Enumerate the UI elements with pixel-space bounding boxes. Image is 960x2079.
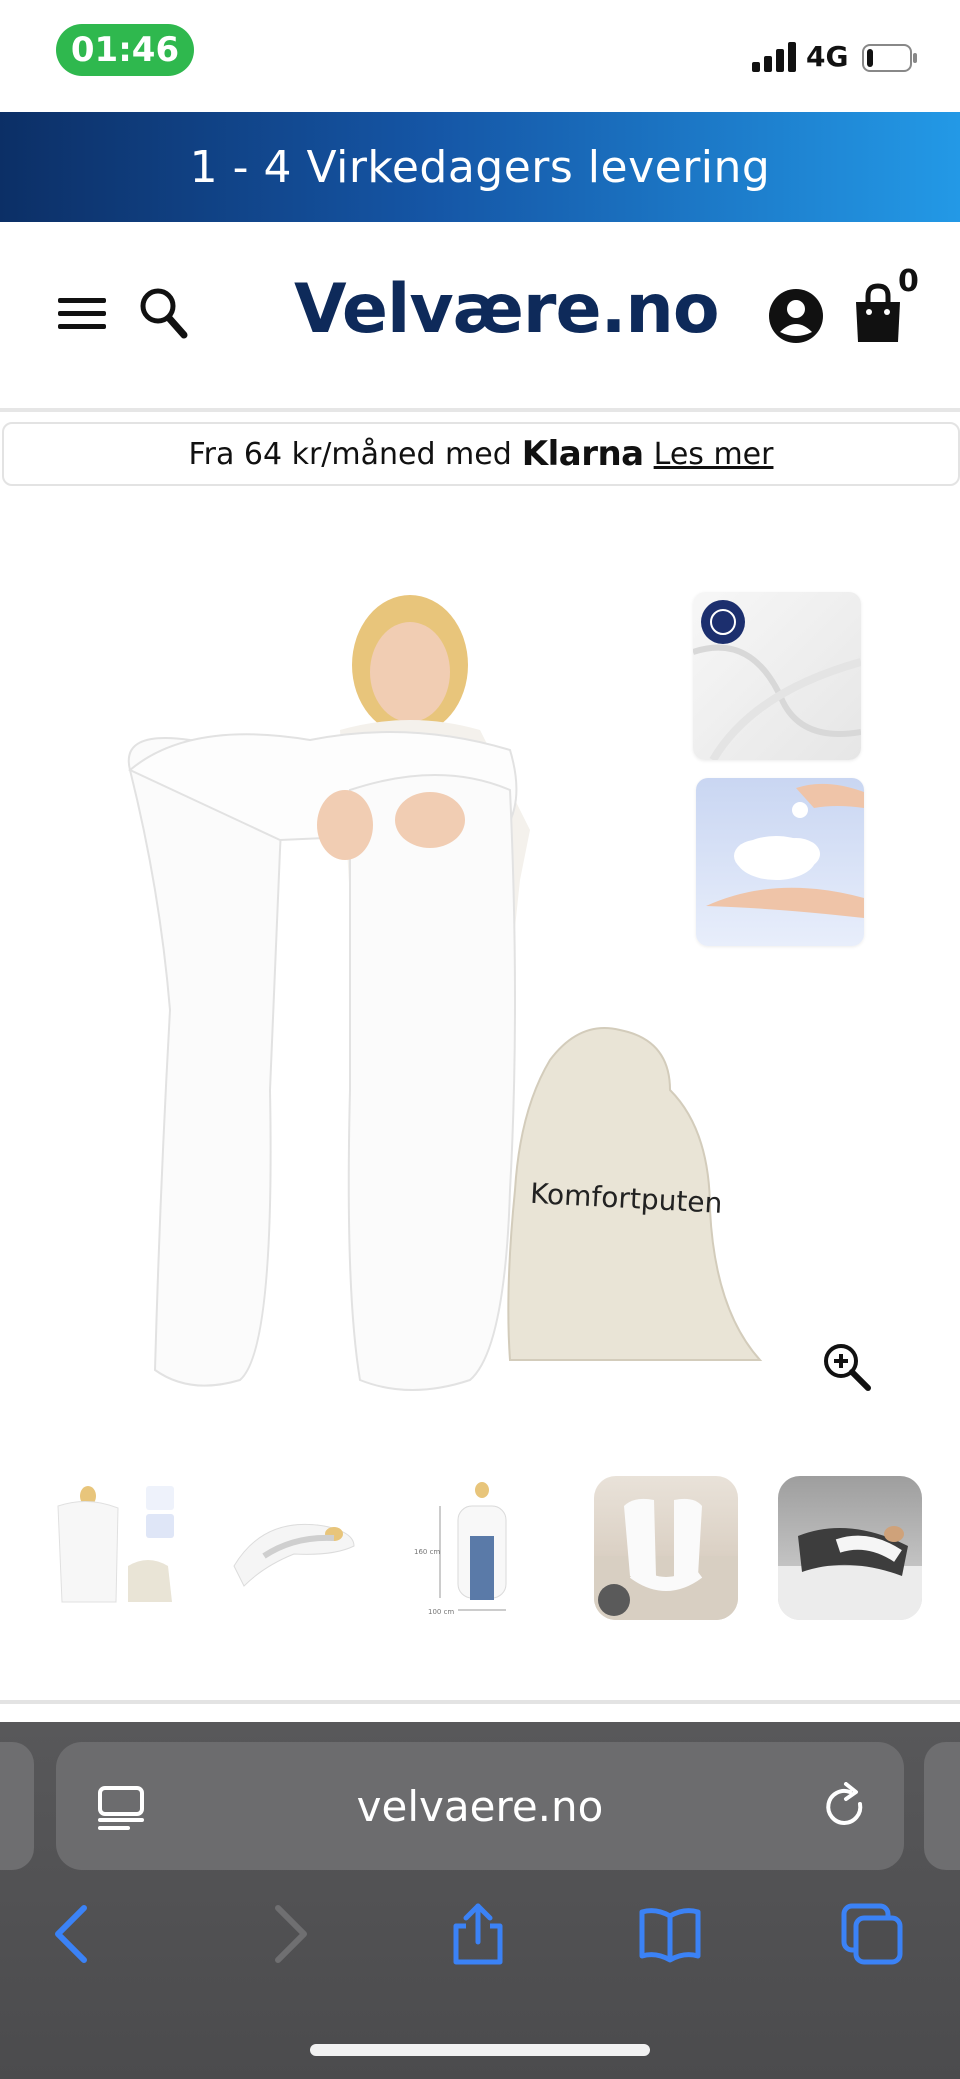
thumbnail-width-label: 100 cm <box>428 1608 454 1616</box>
klarna-prefix: Fra 64 kr/måned med <box>188 436 512 472</box>
thumbnail-3-image: 160 cm 100 cm <box>414 1482 507 1616</box>
status-time: 01:46 <box>56 24 194 76</box>
tabs-icon[interactable] <box>840 1902 904 1966</box>
battery-icon <box>862 44 917 72</box>
gallery-thumbnail-2[interactable] <box>224 1476 368 1620</box>
gallery-side-thumb-fabric[interactable] <box>693 592 861 760</box>
forward-icon[interactable] <box>254 1902 318 1966</box>
site-header: Velvære.no 0 <box>0 222 960 412</box>
gallery-thumbnail-3-dimensions[interactable]: 160 cm 100 cm <box>410 1476 554 1620</box>
menu-icon[interactable] <box>58 294 106 334</box>
product-gallery: Komfortputen <box>0 560 960 1430</box>
thumbnail-5-image <box>778 1526 922 1620</box>
cart-icon[interactable] <box>852 282 904 344</box>
filling-image <box>706 783 864 918</box>
klarna-logo: Klarna <box>521 434 644 474</box>
thumbnail-1-image <box>57 1486 174 1603</box>
fabric-swatch-image <box>693 600 861 760</box>
klarna-financing-bar: Fra 64 kr/måned med Klarna Les mer <box>2 422 960 486</box>
gallery-side-thumb-filling[interactable] <box>696 778 864 946</box>
delivery-promo-banner[interactable]: 1 - 4 Virkedagers levering <box>0 112 960 222</box>
cart-count-badge: 0 <box>898 264 919 299</box>
home-indicator[interactable] <box>310 2044 650 2056</box>
status-bar: 01:46 4G <box>0 0 960 112</box>
bookmarks-icon[interactable] <box>638 1902 702 1966</box>
share-icon[interactable] <box>446 1902 510 1966</box>
search-icon[interactable] <box>138 286 188 340</box>
address-bar[interactable]: velvaere.no <box>56 1742 904 1870</box>
site-logo[interactable]: Velvære.no <box>294 270 720 360</box>
signal-icon <box>752 42 796 72</box>
gallery-thumbnail-1[interactable] <box>48 1476 192 1620</box>
address-url: velvaere.no <box>356 1781 604 1831</box>
thumbnail-height-label: 160 cm <box>414 1548 440 1556</box>
thumbnail-4-image <box>594 1498 738 1620</box>
gallery-thumbnail-5[interactable] <box>778 1476 922 1620</box>
product-main-image[interactable]: Komfortputen <box>110 590 790 1410</box>
network-type: 4G <box>806 40 849 73</box>
account-icon[interactable] <box>768 288 824 344</box>
gallery-thumbnail-strip: 160 cm 100 cm <box>0 1476 960 1626</box>
klarna-read-more-link[interactable]: Les mer <box>654 437 774 472</box>
next-tab-preview[interactable] <box>924 1742 960 1870</box>
gallery-thumbnail-4[interactable] <box>594 1476 738 1620</box>
previous-tab-preview[interactable] <box>0 1742 34 1870</box>
back-icon[interactable] <box>44 1902 108 1966</box>
thumbnail-2-image <box>233 1523 355 1587</box>
content-divider <box>0 1700 960 1704</box>
zoom-in-icon[interactable] <box>822 1342 872 1392</box>
reload-icon[interactable] <box>820 1782 870 1832</box>
